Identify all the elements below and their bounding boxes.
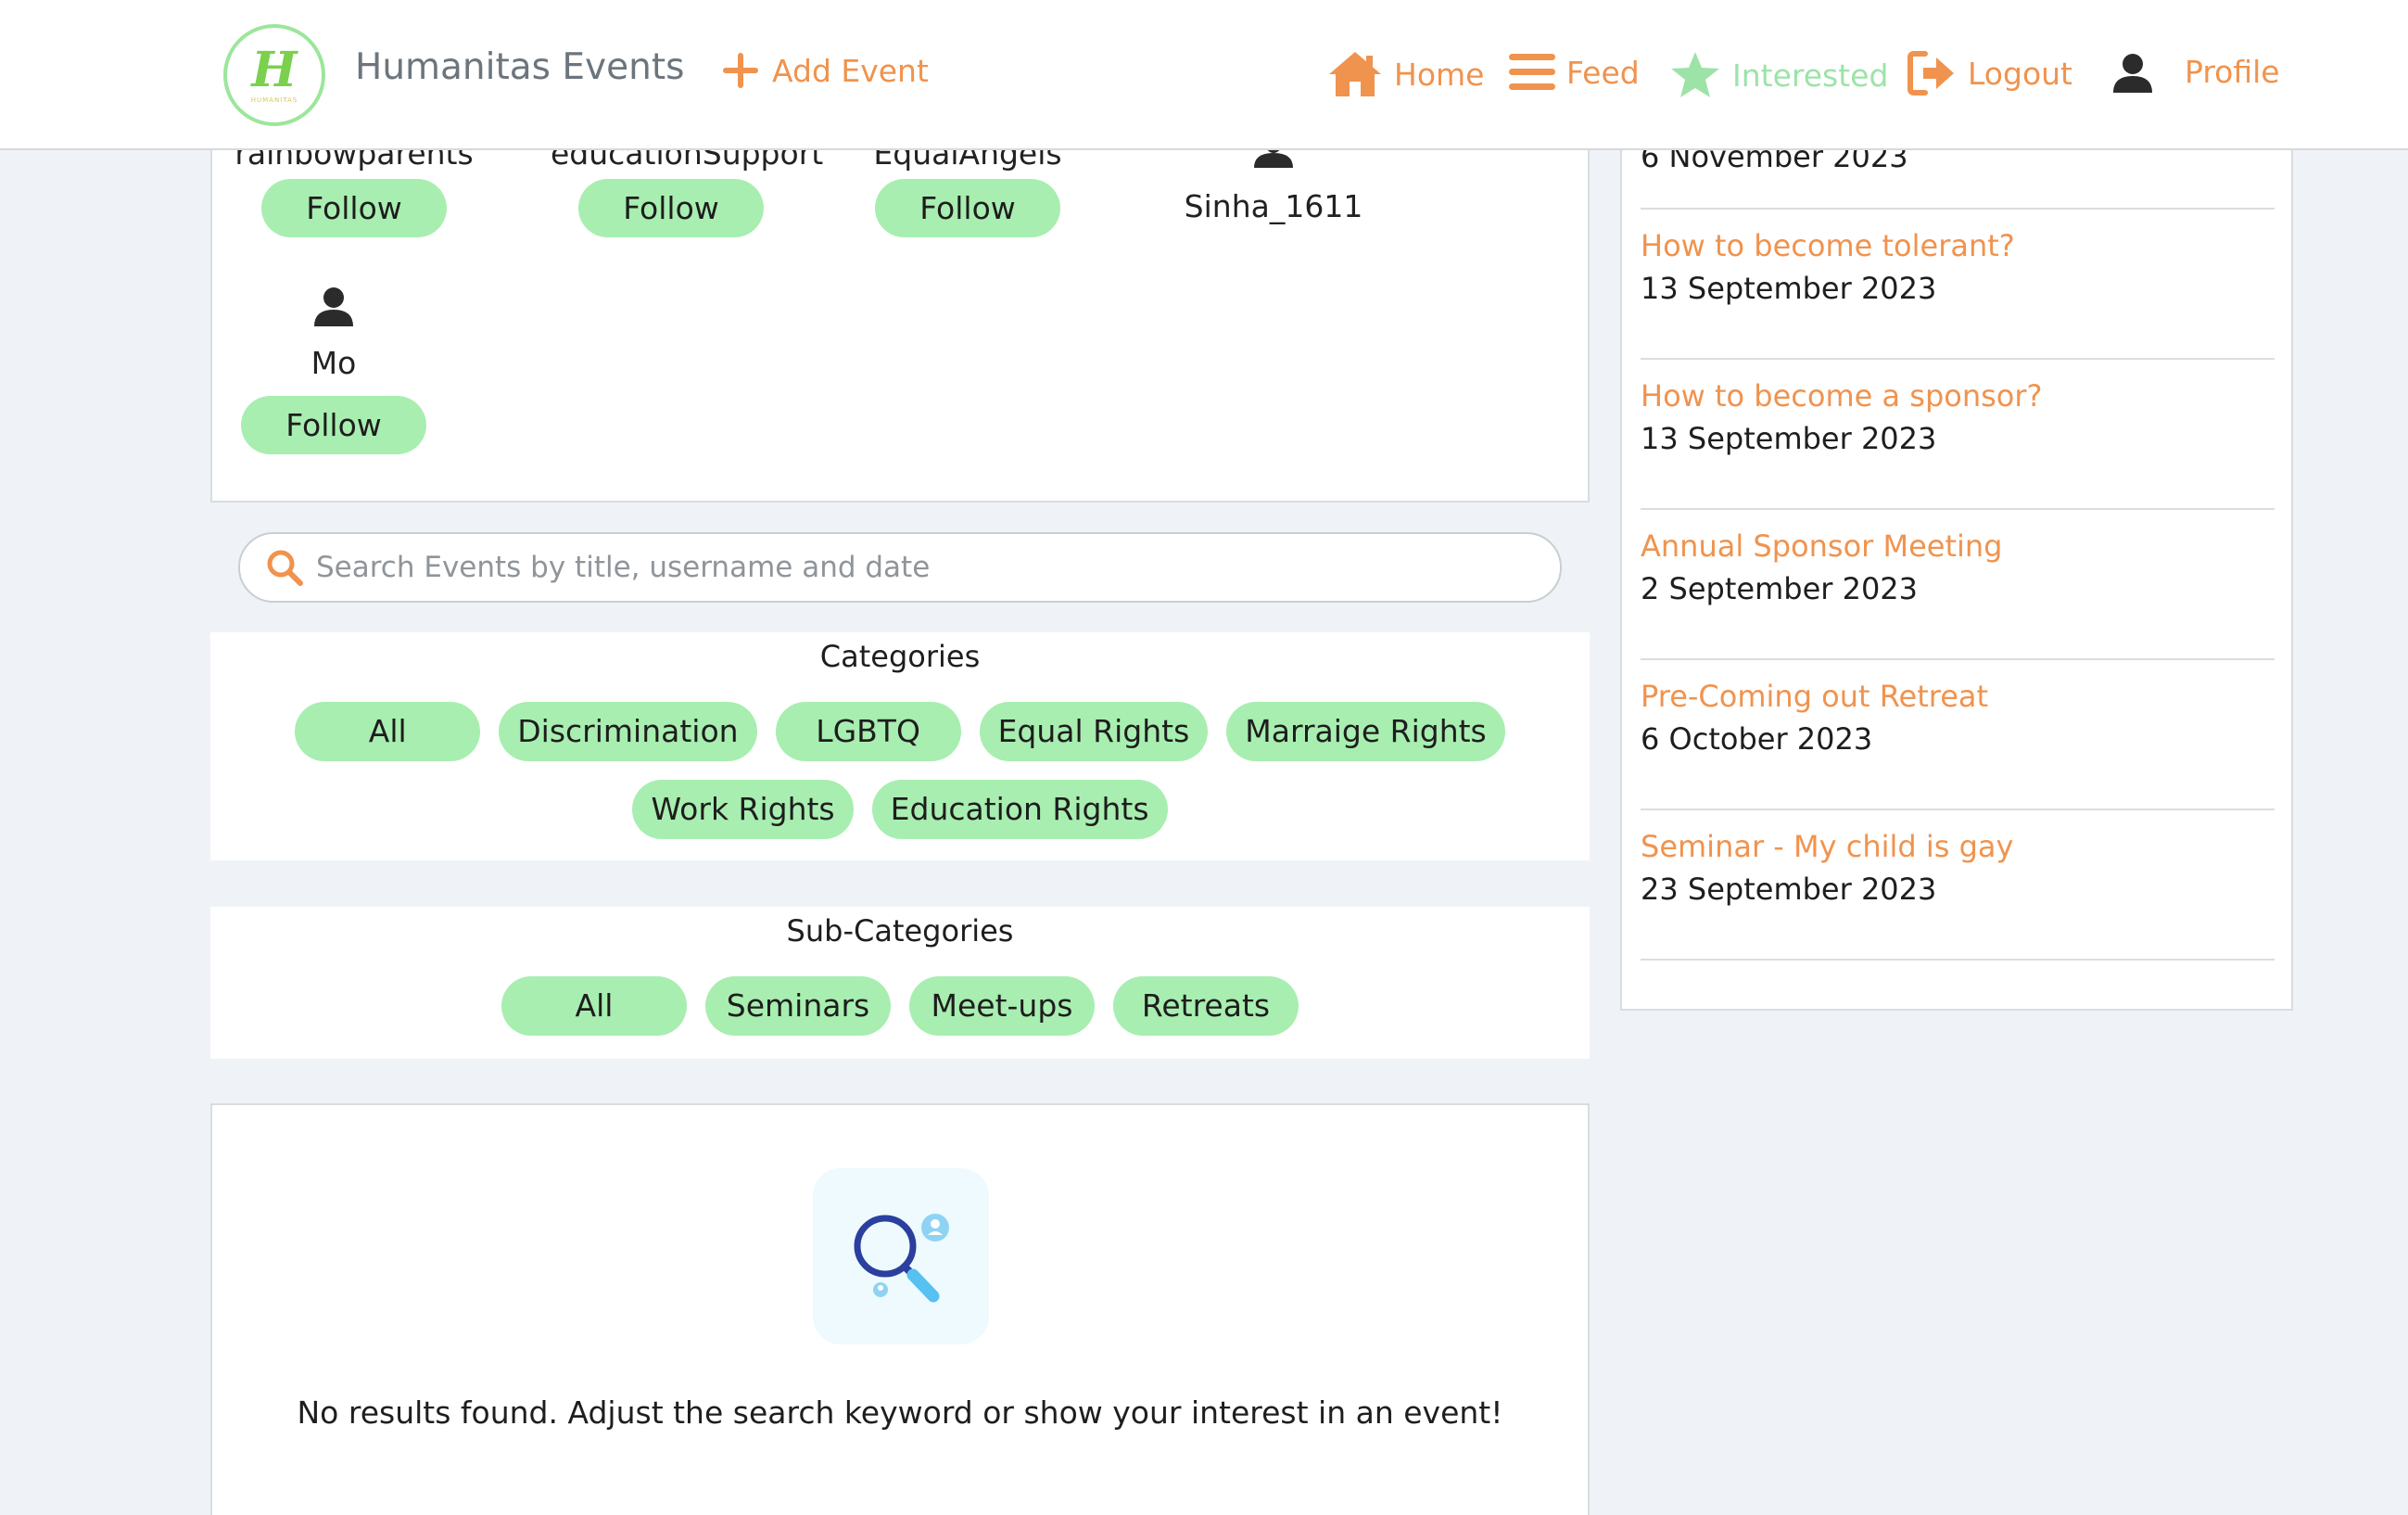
event-date: 6 October 2023 bbox=[1641, 721, 1873, 757]
nav-profile[interactable]: Profile bbox=[2185, 54, 2280, 90]
user-icon bbox=[2113, 54, 2152, 93]
magnifier-illustration bbox=[813, 1168, 989, 1344]
sidebar-event: Pre-Coming out Retreat 6 October 2023 bbox=[1641, 660, 2275, 810]
event-date: 13 September 2023 bbox=[1641, 271, 1937, 306]
search-input[interactable] bbox=[316, 551, 1560, 584]
category-marraige-rights[interactable]: Marraige Rights bbox=[1226, 702, 1505, 761]
category-row: Work Rights Education Rights bbox=[210, 780, 1590, 839]
user-suggestion: Mo Follow bbox=[213, 286, 454, 454]
top-navbar: H HUMANITAS Humanitas Events Add Event H… bbox=[0, 0, 2408, 150]
follow-button[interactable]: Follow bbox=[578, 179, 764, 237]
nav-feed-label: Feed bbox=[1566, 54, 1640, 91]
event-date: 2 September 2023 bbox=[1641, 571, 1919, 606]
user-suggestion: educationSupport Follow bbox=[551, 135, 823, 237]
logo-monogram: H bbox=[251, 42, 298, 98]
nav-logout-label: Logout bbox=[1968, 55, 2072, 92]
nav-interested-label: Interested bbox=[1732, 57, 1889, 94]
nav-home-label: Home bbox=[1394, 56, 1485, 93]
upcoming-events-sidebar: 6 November 2023 How to become tolerant? … bbox=[1620, 130, 2293, 1011]
empty-results-message: No results found. Adjust the search keyw… bbox=[297, 1394, 1503, 1431]
search-icon bbox=[267, 550, 303, 586]
follow-button[interactable]: Follow bbox=[241, 396, 426, 454]
add-event-label: Add Event bbox=[772, 52, 929, 89]
category-all[interactable]: All bbox=[295, 702, 481, 761]
sidebar-event: How to become tolerant? 13 September 202… bbox=[1641, 210, 2275, 360]
nav-home[interactable]: Home bbox=[1327, 50, 1484, 98]
add-event-link[interactable]: Add Event bbox=[720, 50, 929, 91]
nav-feed[interactable]: Feed bbox=[1509, 52, 1640, 93]
sidebar-event: How to become a sponsor? 13 September 20… bbox=[1641, 360, 2275, 510]
sidebar-event: Annual Sponsor Meeting 2 September 2023 bbox=[1641, 510, 2275, 660]
star-icon bbox=[1671, 52, 1719, 97]
username[interactable]: Mo bbox=[213, 345, 454, 381]
follow-button[interactable]: Follow bbox=[261, 179, 447, 237]
subcategory-retreats[interactable]: Retreats bbox=[1113, 976, 1299, 1036]
follow-button[interactable]: Follow bbox=[875, 179, 1060, 237]
user-icon bbox=[314, 287, 353, 326]
category-education-rights[interactable]: Education Rights bbox=[871, 780, 1168, 839]
category-lgbtq[interactable]: LGBTQ bbox=[775, 702, 961, 761]
results-card: No results found. Adjust the search keyw… bbox=[210, 1103, 1590, 1515]
event-date: 23 September 2023 bbox=[1641, 872, 1937, 907]
categories-panel: Categories All Discrimination LGBTQ Equa… bbox=[210, 632, 1590, 860]
event-date: 13 September 2023 bbox=[1641, 421, 1937, 456]
subcategories-panel: Sub-Categories All Seminars Meet-ups Ret… bbox=[210, 907, 1590, 1059]
nav-logout[interactable]: Logout bbox=[1907, 50, 2072, 96]
humanitas-logo[interactable]: H HUMANITAS bbox=[223, 24, 325, 126]
subcategory-meet-ups[interactable]: Meet-ups bbox=[909, 976, 1095, 1036]
brand-title[interactable]: Humanitas Events bbox=[355, 46, 684, 88]
subcategory-seminars[interactable]: Seminars bbox=[705, 976, 891, 1036]
home-icon bbox=[1329, 52, 1381, 96]
event-title-link[interactable]: Seminar - My child is gay bbox=[1641, 829, 2275, 864]
nav-profile-label: Profile bbox=[2185, 54, 2280, 90]
category-row: All Discrimination LGBTQ Equal Rights Ma… bbox=[210, 702, 1590, 761]
category-work-rights[interactable]: Work Rights bbox=[632, 780, 854, 839]
subcategories-title: Sub-Categories bbox=[786, 913, 1014, 948]
suggested-users-card: rainbowparents Follow educationSupport F… bbox=[210, 130, 1590, 503]
event-title-link[interactable]: How to become tolerant? bbox=[1641, 228, 2275, 263]
user-suggestion: EqualAngels Follow bbox=[847, 135, 1088, 237]
user-suggestion: rainbowparents Follow bbox=[234, 135, 475, 237]
user-suggestion: Sinha_1611 bbox=[1153, 141, 1394, 224]
magnifier-icon bbox=[854, 1214, 949, 1303]
categories-title: Categories bbox=[819, 639, 981, 674]
username[interactable]: Sinha_1611 bbox=[1153, 188, 1394, 224]
event-search-bar[interactable] bbox=[238, 532, 1562, 603]
logout-icon bbox=[1907, 51, 1954, 95]
menu-icon bbox=[1509, 54, 1555, 90]
sidebar-event: Seminar - My child is gay 23 September 2… bbox=[1641, 810, 2275, 961]
logo-caption: HUMANITAS bbox=[250, 96, 298, 104]
category-equal-rights[interactable]: Equal Rights bbox=[979, 702, 1209, 761]
plus-icon bbox=[723, 53, 758, 88]
nav-interested[interactable]: Interested bbox=[1669, 50, 1888, 100]
subcategory-all[interactable]: All bbox=[501, 976, 687, 1036]
category-discrimination[interactable]: Discrimination bbox=[499, 702, 757, 761]
nav-user-icon-button[interactable] bbox=[2111, 52, 2154, 95]
event-title-link[interactable]: Annual Sponsor Meeting bbox=[1641, 528, 2275, 564]
subcategory-row: All Seminars Meet-ups Retreats bbox=[210, 976, 1590, 1036]
event-title-link[interactable]: Pre-Coming out Retreat bbox=[1641, 679, 2275, 714]
event-title-link[interactable]: How to become a sponsor? bbox=[1641, 378, 2275, 414]
